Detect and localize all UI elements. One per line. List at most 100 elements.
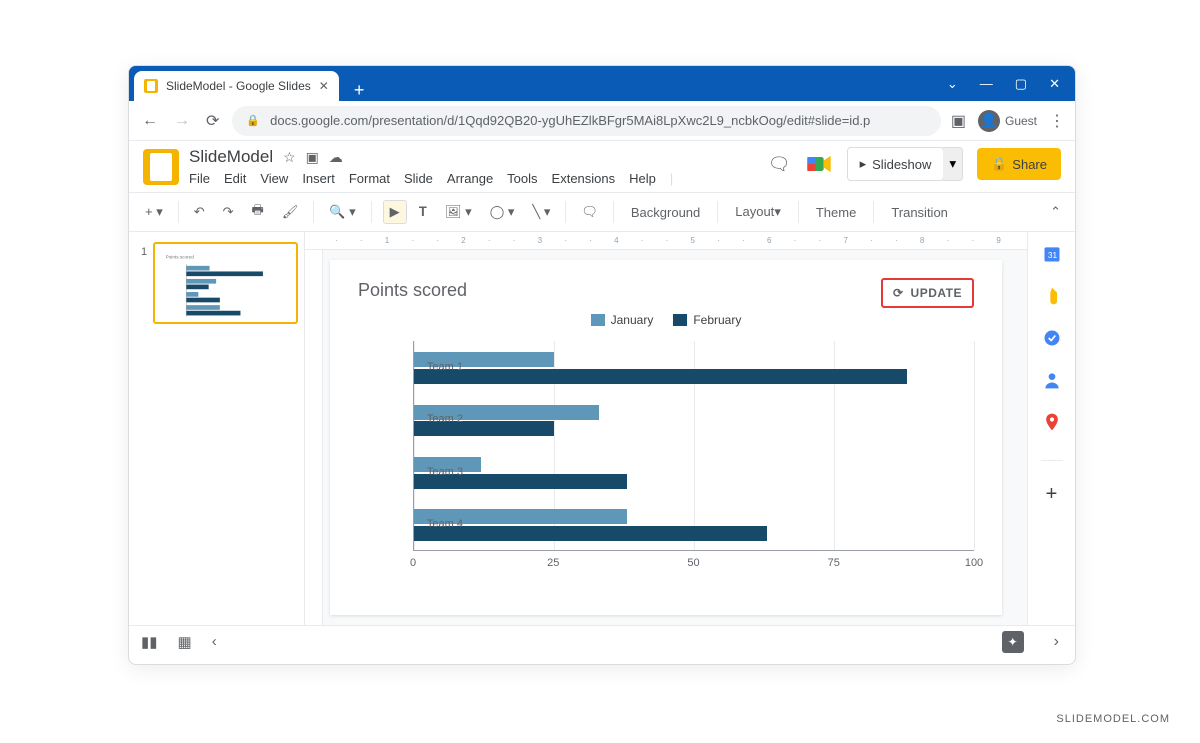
move-icon[interactable]: ▣ (306, 149, 319, 166)
redo-button[interactable]: ↷ (217, 200, 240, 224)
layout-button[interactable]: Layout▾ (727, 200, 789, 224)
cloud-status-icon[interactable]: ☁ (329, 149, 343, 166)
slide-number: 1 (141, 246, 147, 258)
app-header: SlideModel ☆ ▣ ☁ File Edit View Insert Forma… (129, 141, 1075, 192)
thumb-preview: Points scored (160, 249, 291, 320)
slideshow-label: Slideshow (872, 157, 931, 172)
comments-icon[interactable]: 🗨 (768, 154, 791, 175)
menu-edit[interactable]: Edit (224, 171, 246, 186)
refresh-icon: ⟳ (893, 286, 904, 300)
undo-button[interactable]: ↶ (188, 200, 211, 224)
new-tab-button[interactable]: + (354, 80, 365, 101)
lock-share-icon: 🔒 (991, 156, 1007, 172)
category-label: Team 1 (413, 361, 463, 373)
url-text: docs.google.com/presentation/d/1Qqd92QB2… (270, 113, 870, 128)
share-label: Share (1012, 157, 1047, 172)
x-tick: 25 (547, 557, 559, 569)
shape-tool[interactable]: ◯ ▾ (484, 200, 521, 224)
menu-help[interactable]: Help (629, 171, 656, 186)
theme-button[interactable]: Theme (808, 201, 864, 224)
titlebar: SlideModel - Google Slides ✕ + ⌄ — ▢ ✕ (129, 66, 1075, 101)
cursor-tool[interactable]: ▶ (383, 200, 407, 224)
address-bar-row: ← → ⟳ 🔒 docs.google.com/presentation/d/1… (129, 101, 1075, 141)
svg-text:31: 31 (1047, 250, 1057, 260)
bar-february-team4 (414, 526, 767, 541)
transition-button[interactable]: Transition (883, 201, 956, 224)
menu-extensions[interactable]: Extensions (552, 171, 616, 186)
forward-button[interactable]: → (171, 109, 193, 133)
address-bar[interactable]: 🔒 docs.google.com/presentation/d/1Qqd92Q… (232, 106, 940, 136)
menu-slide[interactable]: Slide (404, 171, 433, 186)
collapse-toolbar-icon[interactable]: ⌃ (1046, 200, 1065, 224)
canvas-area: · · 1 · · 2 · · 3 · · 4 · · 5 · · 6 · · … (305, 232, 1027, 625)
tasks-icon[interactable] (1042, 328, 1062, 348)
new-slide-button[interactable]: + ▾ (139, 200, 169, 224)
document-title[interactable]: SlideModel (189, 147, 273, 167)
menu-format[interactable]: Format (349, 171, 390, 186)
paint-format-button[interactable]: 🖌 (276, 200, 305, 224)
share-button[interactable]: 🔒 Share (977, 148, 1061, 180)
update-chart-button[interactable]: ⟳ UPDATE (881, 278, 974, 308)
zoom-button[interactable]: 🔍 ▾ (323, 200, 361, 224)
background-button[interactable]: Background (623, 201, 708, 224)
close-window-icon[interactable]: ✕ (1049, 76, 1060, 92)
side-panel: 31 + (1027, 232, 1075, 625)
calendar-icon[interactable]: 31 (1042, 244, 1062, 264)
close-tab-icon[interactable]: ✕ (319, 79, 329, 93)
tab-strip: SlideModel - Google Slides ✕ + (129, 66, 364, 101)
browser-window: SlideModel - Google Slides ✕ + ⌄ — ▢ ✕ ←… (128, 65, 1076, 665)
collapse-filmstrip-icon[interactable]: ‹ (212, 633, 217, 650)
line-tool[interactable]: ╲ ▾ (526, 200, 556, 224)
reload-button[interactable]: ⟳ (203, 108, 222, 134)
filmstrip-view-button[interactable]: ▮▮ (141, 633, 158, 651)
meet-icon[interactable] (805, 150, 833, 178)
slideshow-button[interactable]: ▸ Slideshow (847, 147, 945, 181)
grid-view-button[interactable]: ▦ (178, 633, 192, 651)
maps-icon[interactable] (1042, 412, 1062, 432)
menu-insert[interactable]: Insert (302, 171, 335, 186)
star-icon[interactable]: ☆ (283, 149, 296, 166)
toolbar: + ▾ ↶ ↷ 🖶 🖌 🔍 ▾ ▶ 𝐓 🖼 ▾ ◯ ▾ ╲ ▾ 🗨 Backgr… (129, 192, 1075, 232)
comment-tool[interactable]: 🗨 (575, 200, 604, 224)
chart-plot-area: Team 1Team 2Team 3Team 4 (358, 341, 974, 551)
back-button[interactable]: ← (139, 109, 161, 133)
minimize-icon[interactable]: — (980, 76, 993, 92)
hide-sidepanel-icon[interactable]: › (1054, 633, 1059, 651)
slides-logo[interactable] (143, 149, 179, 185)
browser-tab[interactable]: SlideModel - Google Slides ✕ (134, 71, 339, 101)
menu-view[interactable]: View (260, 171, 288, 186)
maximize-icon[interactable]: ▢ (1015, 76, 1027, 92)
category-label: Team 2 (413, 413, 463, 425)
addons-icon[interactable]: + (1042, 483, 1062, 503)
category-label: Team 4 (413, 518, 463, 530)
window-controls: ⌄ — ▢ ✕ (947, 76, 1075, 92)
profile-button[interactable]: 👤 Guest (978, 110, 1037, 132)
avatar-icon: 👤 (978, 110, 1000, 132)
play-icon: ▸ (860, 156, 867, 172)
window-expand-icon[interactable]: ⌄ (947, 76, 958, 92)
menu-file[interactable]: File (189, 171, 210, 186)
textbox-tool[interactable]: 𝐓 (413, 200, 433, 224)
menu-arrange[interactable]: Arrange (447, 171, 493, 186)
menu-tools[interactable]: Tools (507, 171, 537, 186)
filmstrip: 1 Points scored (129, 232, 305, 625)
explore-button[interactable]: ✦ (1002, 631, 1024, 653)
slide-canvas[interactable]: Points scored ⟳ UPDATE January February … (330, 260, 1002, 615)
watermark: SLIDEMODEL.COM (1056, 713, 1170, 725)
legend-label-february: February (693, 313, 741, 327)
slide-thumbnail-1[interactable]: 1 Points scored (153, 242, 298, 324)
legend-swatch-january (591, 314, 605, 326)
legend-label-january: January (611, 313, 654, 327)
print-button[interactable]: 🖶 (246, 197, 270, 227)
window-toggle-icon[interactable]: ▣ (951, 111, 966, 131)
slides-favicon (144, 79, 158, 93)
bottom-bar: ▮▮ ▦ ‹ ✦ › (129, 625, 1075, 657)
contacts-icon[interactable] (1042, 370, 1062, 390)
slideshow-dropdown[interactable]: ▾ (943, 147, 963, 181)
update-label: UPDATE (911, 286, 962, 300)
image-tool[interactable]: 🖼 ▾ (439, 200, 478, 224)
horizontal-ruler: · · 1 · · 2 · · 3 · · 4 · · 5 · · 6 · · … (305, 232, 1027, 250)
keep-icon[interactable] (1042, 286, 1062, 306)
kebab-menu-icon[interactable]: ⋮ (1049, 111, 1065, 131)
vertical-ruler (305, 250, 323, 625)
